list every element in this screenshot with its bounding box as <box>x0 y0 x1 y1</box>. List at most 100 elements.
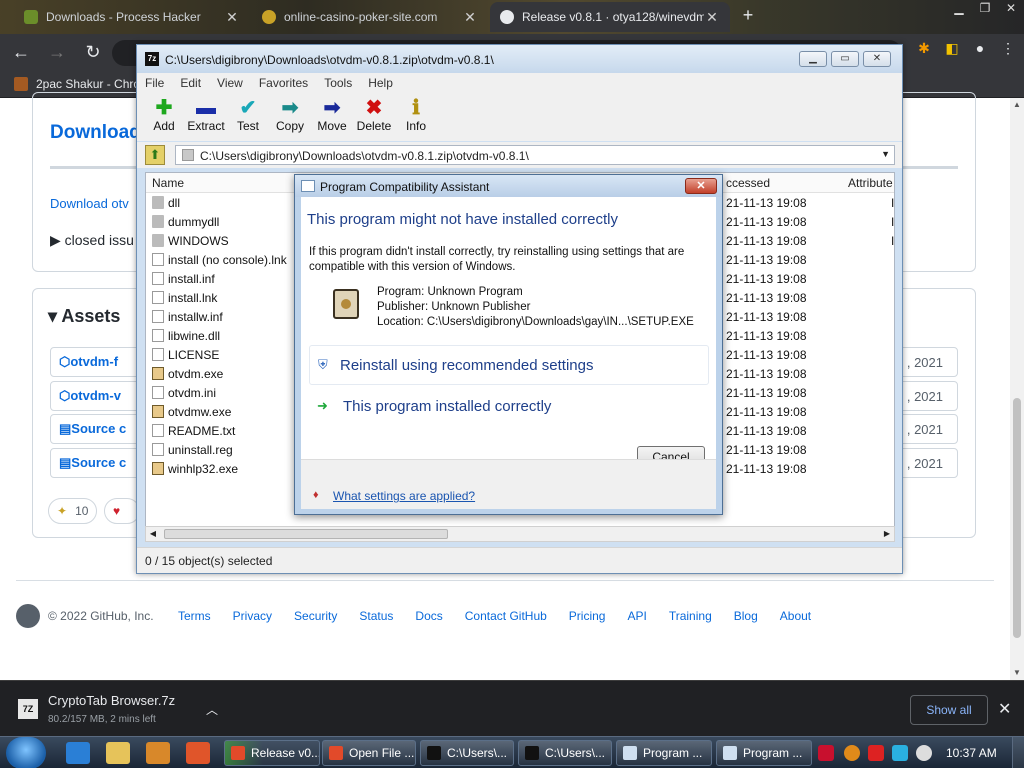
search-tray-icon[interactable] <box>844 745 860 761</box>
footer-link-training[interactable]: Training <box>669 609 712 623</box>
tool-add-button[interactable]: ✚ Add <box>143 93 185 141</box>
bookmark-2pac[interactable]: 2pac Shakur - Chro <box>36 77 140 91</box>
tool-delete-button[interactable]: ✖ Delete <box>353 93 395 141</box>
tab-release[interactable]: Release v0.8.1 · otya128/winevdm ✕ <box>490 2 730 32</box>
download-link[interactable]: Download otv <box>50 196 129 211</box>
assets-heading[interactable]: ▾ Assets <box>48 306 120 327</box>
asset-name[interactable]: ⬡otvdm-f <box>59 354 118 370</box>
scroll-up-icon[interactable]: ▲ <box>1010 98 1024 112</box>
installed-correctly-option[interactable]: ➜ This program installed correctly <box>309 387 709 427</box>
taskbar-clock[interactable]: 10:37 AM <box>946 746 997 760</box>
column-accessed[interactable]: ccessed <box>726 176 816 190</box>
chevron-down-icon[interactable]: ▼ <box>881 149 890 159</box>
volume-tray-icon[interactable] <box>916 745 932 761</box>
menu-tools[interactable]: Tools <box>324 76 352 90</box>
taskbar-program-2[interactable]: Program ... <box>716 740 812 766</box>
scrollbar-thumb[interactable] <box>1013 398 1021 638</box>
close-window-icon[interactable]: ✕ <box>863 51 891 67</box>
extension-star-icon[interactable]: ✱ <box>914 38 934 58</box>
menu-file[interactable]: File <box>145 76 164 90</box>
media-player-icon[interactable] <box>146 742 170 764</box>
folder-up-icon[interactable]: ⬆ <box>145 145 165 165</box>
menu-favorites[interactable]: Favorites <box>259 76 308 90</box>
scroll-left-icon[interactable]: ◀ <box>146 527 160 541</box>
footer-link-privacy[interactable]: Privacy <box>233 609 272 623</box>
menu-kebab-icon[interactable]: ⋮ <box>998 38 1018 58</box>
flag-tray-icon[interactable] <box>868 745 884 761</box>
asset-name[interactable]: ▤Source c <box>59 421 126 437</box>
reinstall-option[interactable]: ⛨ Reinstall using recommended settings <box>309 345 709 385</box>
taskbar-7zip-1[interactable]: C:\Users\... <box>420 740 514 766</box>
minimize-icon[interactable]: ▁ <box>799 51 827 67</box>
restore-icon[interactable]: ❐ <box>972 0 998 18</box>
tab-casino[interactable]: online-casino-poker-site.com ✕ <box>252 2 488 32</box>
tool-move-button[interactable]: ➡ Move <box>311 93 353 141</box>
vivaldi-tray-icon[interactable] <box>818 745 834 761</box>
footer-link-pricing[interactable]: Pricing <box>569 609 606 623</box>
show-all-button[interactable]: Show all <box>910 695 988 725</box>
maximize-icon[interactable]: ▭ <box>831 51 859 67</box>
show-desktop-button[interactable] <box>1012 737 1024 768</box>
7zip-titlebar[interactable]: 7z C:\Users\digibrony\Downloads\otvdm-v0… <box>137 45 902 73</box>
tab-process-hacker[interactable]: Downloads - Process Hacker ✕ <box>14 2 250 32</box>
taskbar-chrome-open-file[interactable]: Open File ... <box>322 740 416 766</box>
tool-copy-button[interactable]: ➡ Copy <box>269 93 311 141</box>
tool-add-icon: ✚ <box>155 97 173 119</box>
column-attributes[interactable]: Attribute <box>848 176 893 190</box>
footer-link-security[interactable]: Security <box>294 609 337 623</box>
footer-link-api[interactable]: API <box>627 609 646 623</box>
menu-view[interactable]: View <box>217 76 243 90</box>
file-name: README.txt <box>168 424 236 438</box>
menu-help[interactable]: Help <box>368 76 393 90</box>
menu-edit[interactable]: Edit <box>180 76 201 90</box>
github-logo-icon[interactable] <box>16 604 40 628</box>
forward-arrow-icon[interactable]: → <box>42 37 72 67</box>
scroll-down-icon[interactable]: ▼ <box>1010 666 1024 680</box>
reaction-heart[interactable]: ♥ <box>104 498 140 524</box>
reaction-tada[interactable]: ✦ 10 <box>48 498 98 524</box>
column-name[interactable]: Name <box>152 176 184 190</box>
back-arrow-icon[interactable]: ← <box>6 37 36 67</box>
network-tray-icon[interactable] <box>892 745 908 761</box>
paint-icon[interactable] <box>186 742 210 764</box>
path-combobox[interactable]: C:\Users\digibrony\Downloads\otvdm-v0.8.… <box>175 145 895 165</box>
closed-issues-toggle[interactable]: ▶ closed issu <box>50 232 134 249</box>
taskbar-7zip-2[interactable]: C:\Users\... <box>518 740 612 766</box>
close-dialog-icon[interactable]: ✕ <box>685 178 717 194</box>
asset-name[interactable]: ⬡otvdm-v <box>59 388 121 404</box>
explorer-icon[interactable] <box>106 742 130 764</box>
footer-link-status[interactable]: Status <box>359 609 393 623</box>
settings-help-link[interactable]: What settings are applied? <box>333 489 475 503</box>
footer-link-contact[interactable]: Contact GitHub <box>465 609 547 623</box>
profile-avatar-icon[interactable]: ● <box>970 38 990 58</box>
footer-link-docs[interactable]: Docs <box>415 609 442 623</box>
start-button[interactable] <box>6 737 46 768</box>
ie-icon[interactable] <box>66 742 90 764</box>
download-file-name[interactable]: CryptoTab Browser.7z <box>48 693 175 708</box>
tool-extract-button[interactable]: ▬ Extract <box>185 93 227 141</box>
extension-square-icon[interactable]: ◧ <box>942 38 962 58</box>
close-shelf-icon[interactable]: ✕ <box>998 699 1011 719</box>
new-tab-button[interactable]: + <box>738 6 758 26</box>
asset-name[interactable]: ▤Source c <box>59 455 126 471</box>
tool-test-button[interactable]: ✔ Test <box>227 93 269 141</box>
taskbar-program-1[interactable]: Program ... <box>616 740 712 766</box>
dialog-titlebar[interactable]: Program Compatibility Assistant ✕ <box>295 175 722 197</box>
file-list-hscroll[interactable]: ◀ ▶ <box>145 526 895 542</box>
scroll-right-icon[interactable]: ▶ <box>880 527 894 541</box>
tool-info-button[interactable]: ℹ Info <box>395 93 437 141</box>
chevron-up-icon[interactable]: ︿ <box>206 701 218 718</box>
close-tab-icon[interactable]: ✕ <box>462 9 478 26</box>
close-tab-icon[interactable]: ✕ <box>224 9 240 26</box>
reload-icon[interactable]: ↻ <box>78 37 108 67</box>
tool-copy-icon: ➡ <box>281 97 299 119</box>
footer-link-blog[interactable]: Blog <box>734 609 758 623</box>
close-window-icon[interactable]: ✕ <box>998 0 1024 18</box>
close-tab-icon[interactable]: ✕ <box>704 9 720 26</box>
footer-link-about[interactable]: About <box>780 609 811 623</box>
taskbar-chrome-release[interactable]: Release v0... <box>224 740 320 766</box>
minimize-icon[interactable]: ▁ <box>946 0 972 18</box>
footer-link-terms[interactable]: Terms <box>178 609 211 623</box>
hscroll-thumb[interactable] <box>164 529 448 539</box>
page-scrollbar[interactable]: ▲ ▼ <box>1010 98 1024 680</box>
